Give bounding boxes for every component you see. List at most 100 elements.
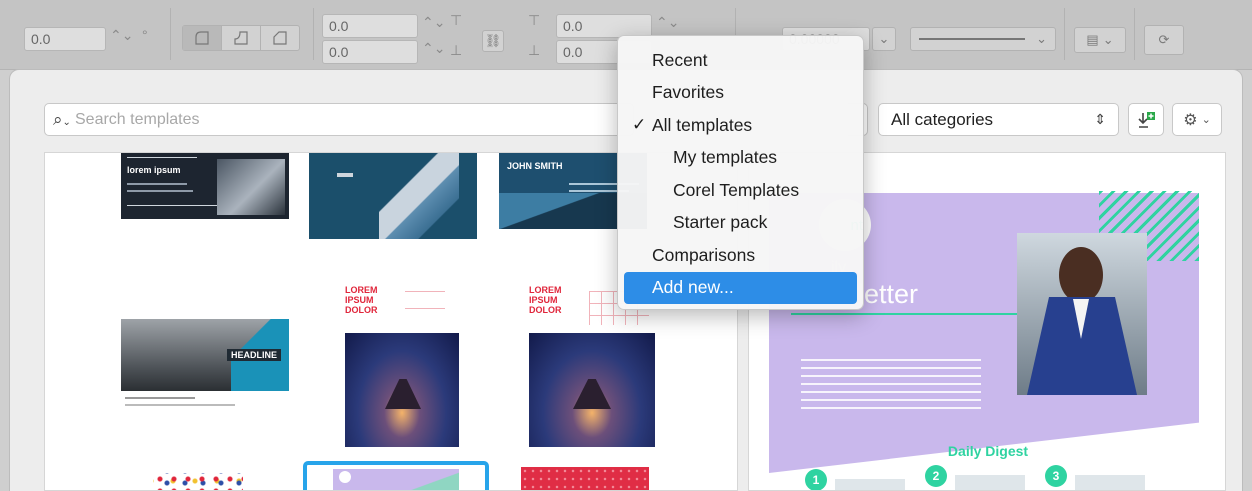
chevron-updown-icon: ⇕ <box>1094 111 1106 127</box>
thumb-castle-shape <box>573 379 611 409</box>
preview-body-text <box>801 359 981 413</box>
thumb-headline: HEADLINE <box>227 349 282 361</box>
thumb-logo <box>339 471 351 483</box>
preview-rule <box>791 313 1031 315</box>
menu-item-label: Corel Templates <box>673 179 800 200</box>
thumb-line <box>127 183 187 185</box>
preview-portrait-head <box>1059 247 1103 303</box>
scallop-corner-icon <box>234 31 248 45</box>
preview-step-image <box>835 479 905 490</box>
thumb-castle-image <box>345 333 459 447</box>
menu-item-corel-templates[interactable]: Corel Templates <box>618 174 863 207</box>
chevron-down-icon: ⌄ <box>878 31 890 46</box>
menu-item-label: Recent <box>652 49 708 70</box>
position-y-field[interactable]: 0.0 <box>322 40 418 64</box>
thumb-newsletter <box>333 469 459 490</box>
toolbar-divider <box>1134 8 1135 60</box>
chamfer-corner-button[interactable] <box>261 26 299 50</box>
top-left-anchor-icon[interactable]: ⊤ <box>450 12 462 29</box>
gear-icon: ⚙ <box>1183 111 1198 129</box>
preview-step-badge: 3 <box>1045 465 1067 487</box>
menu-item-label: Add new... <box>652 277 734 298</box>
line-style-dropdown[interactable]: ⌄ <box>910 27 1056 51</box>
thumb-line <box>125 397 195 399</box>
bottom-left-anchor-icon[interactable]: ⊥ <box>450 42 462 59</box>
menu-item-my-templates[interactable]: My templates <box>618 142 863 175</box>
toolbar-divider <box>170 8 171 60</box>
menu-item-favorites[interactable]: Favorites <box>618 77 863 110</box>
category-select[interactable]: All categories ⇕ <box>878 103 1119 136</box>
template-thumbnail-selected[interactable] <box>303 461 489 490</box>
menu-item-label: All templates <box>652 114 753 135</box>
preview-step-image <box>1075 475 1145 490</box>
template-thumbnail[interactable]: LOREM IPSUM DOLOR <box>341 281 459 447</box>
thumb-title-line: DOLOR <box>345 305 378 315</box>
thumb-heading: lorem ipsum <box>127 165 181 175</box>
lock-ratio-button[interactable]: ⛓ <box>482 30 504 52</box>
template-thumbnail[interactable] <box>145 467 255 490</box>
outline-width-dropdown[interactable]: ⌄ <box>872 27 896 51</box>
collection-dropdown-menu: Recent Favorites ✓ All templates My template… <box>617 35 864 310</box>
wrap-text-icon: ▤ <box>1086 32 1099 47</box>
menu-item-label: My templates <box>673 147 778 168</box>
template-thumbnail[interactable] <box>309 153 477 239</box>
thumb-title-line: LOREM <box>529 285 562 295</box>
convert-to-curves-button[interactable]: ⟳ <box>1144 25 1184 55</box>
menu-item-all-templates[interactable]: ✓ All templates <box>618 109 863 142</box>
thumb-dots <box>521 467 649 490</box>
thumb-logo <box>337 173 353 177</box>
position-y-stepper[interactable]: ⌃⌄ <box>422 40 445 57</box>
lock-icon: ⛓ <box>484 33 502 48</box>
toolbar-divider <box>313 8 314 60</box>
thumb-diagonal <box>379 153 459 239</box>
menu-item-label: Favorites <box>652 82 724 103</box>
search-input[interactable] <box>75 110 575 129</box>
preview-section-title: Daily Digest <box>947 443 1029 459</box>
toolbar-divider <box>1064 8 1065 60</box>
thumb-title-line: IPSUM <box>345 295 374 305</box>
top-right-anchor-icon[interactable]: ⊤ <box>528 12 540 29</box>
position-x-stepper[interactable]: ⌃⌄ <box>422 14 445 31</box>
thumb-castle-shape <box>385 379 421 409</box>
preview-step-badge: 2 <box>925 465 947 487</box>
thumb-title-line: LOREM <box>345 285 378 295</box>
bottom-right-anchor-icon[interactable]: ⊥ <box>528 42 540 59</box>
template-thumbnail[interactable] <box>521 467 649 490</box>
convert-curves-icon: ⟳ <box>1158 32 1170 47</box>
search-icon[interactable]: ⌕⌄ <box>53 110 75 130</box>
template-thumbnail[interactable]: lorem ipsum <box>121 153 289 219</box>
thumb-title: LOREM IPSUM DOLOR <box>345 285 378 315</box>
thumb-line <box>125 404 235 406</box>
menu-item-comparisons[interactable]: Comparisons <box>618 239 863 272</box>
search-box[interactable]: ⌕⌄ <box>44 103 634 136</box>
angle-stepper[interactable]: ⌃⌄ <box>110 27 133 44</box>
degree-label: ° <box>142 27 148 43</box>
chevron-down-icon: ⌄ <box>1036 31 1047 46</box>
options-menu-button[interactable]: ⚙ ⌄ <box>1172 103 1222 136</box>
import-template-button[interactable] <box>1128 103 1164 136</box>
chamfer-corner-icon <box>273 31 287 45</box>
corner-type-group <box>182 25 300 51</box>
menu-item-label: Starter pack <box>673 212 768 233</box>
thumb-title-line: IPSUM <box>529 295 558 305</box>
category-select-value: All categories <box>891 109 994 129</box>
menu-item-label: Comparisons <box>652 244 756 265</box>
preview-portrait <box>1017 233 1147 395</box>
thumb-name: JOHN SMITH <box>507 161 563 171</box>
checkmark-icon: ✓ <box>632 115 647 135</box>
round-corner-button[interactable] <box>183 26 222 50</box>
position-x-field[interactable]: 0.0 <box>322 14 418 38</box>
offset-stepper[interactable]: ⌃⌄ <box>656 14 679 31</box>
template-thumbnail[interactable]: HEADLINE <box>121 319 289 415</box>
menu-item-starter-pack[interactable]: Starter pack <box>618 207 863 240</box>
wrap-text-dropdown[interactable]: ▤ ⌄ <box>1074 27 1126 53</box>
angle-field[interactable]: 0.0 <box>24 27 106 51</box>
menu-item-add-new[interactable]: Add new... <box>624 271 857 304</box>
thumb-grid <box>405 291 445 309</box>
scallop-corner-button[interactable] <box>222 26 261 50</box>
thumb-line <box>127 190 193 192</box>
thumb-title-line: DOLOR <box>529 305 562 315</box>
menu-item-recent[interactable]: Recent <box>618 44 863 77</box>
thumb-castle-image <box>529 333 655 447</box>
thumb-image <box>217 159 285 215</box>
